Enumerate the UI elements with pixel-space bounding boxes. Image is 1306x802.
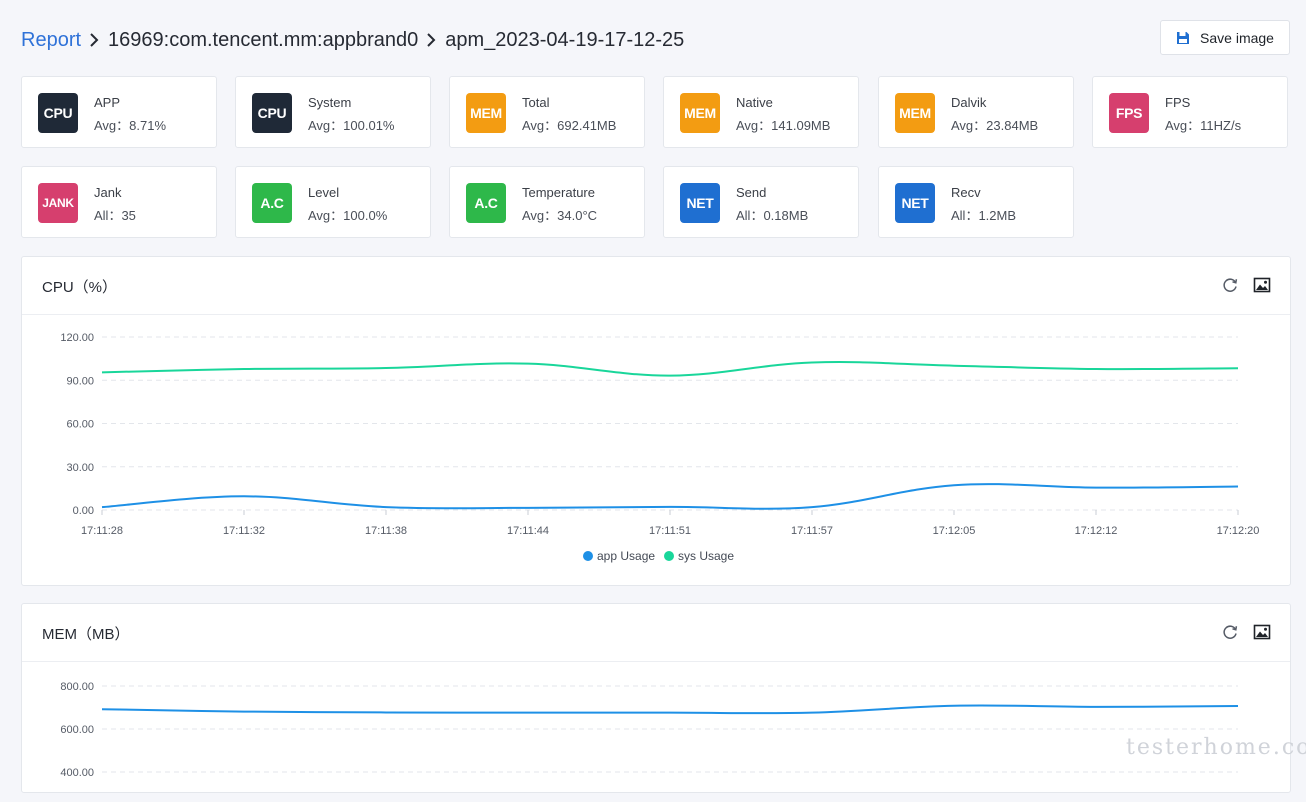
metric-title: System [308, 95, 352, 110]
x-tick-label: 17:11:51 [649, 525, 691, 537]
image-icon[interactable] [1253, 623, 1271, 641]
legend-marker [664, 551, 674, 561]
chevron-right-icon [90, 33, 99, 47]
metric-badge: JANK [38, 183, 78, 223]
mem-line-chart: 400.00 600.00 800.00 [60, 681, 1239, 779]
save-icon [1177, 31, 1190, 44]
y-tick-label: 0.00 [73, 505, 94, 517]
x-tick-label: 17:11:44 [507, 525, 549, 537]
metric-badge: CPU [38, 93, 78, 133]
watermark: testerhome.com [1126, 735, 1306, 760]
chart-legend: app Usage sys Usage [583, 549, 734, 563]
series-line-app-usage [101, 483, 1239, 510]
image-icon[interactable] [1253, 276, 1271, 294]
y-tick-label: 800.00 [60, 681, 94, 693]
metric-value: All：1.2MB [951, 208, 1017, 223]
metric-title: FPS [1165, 95, 1191, 110]
metric-badge: MEM [895, 93, 935, 133]
metric-title: Recv [951, 185, 981, 200]
x-tick-label: 17:12:05 [933, 525, 976, 537]
metric-title: Send [736, 185, 767, 200]
legend-label: sys Usage [678, 549, 734, 563]
y-tick-label: 600.00 [60, 724, 94, 736]
metric-card-recv: NET Recv All：1.2MB [878, 166, 1074, 238]
metric-badge: MEM [680, 93, 720, 133]
x-tick-label: 17:12:20 [1217, 525, 1260, 537]
metric-badge: NET [895, 183, 935, 223]
metric-value: Avg：23.84MB [951, 118, 1039, 133]
x-tick-label: 17:11:38 [365, 525, 407, 537]
metric-title: Native [736, 95, 773, 110]
breadcrumb-session: apm_2023-04-19-17-12-25 [445, 28, 685, 51]
y-tick-label: 120.00 [60, 332, 94, 344]
refresh-icon[interactable] [1221, 276, 1239, 294]
x-tick-label: 17:11:57 [791, 525, 833, 537]
legend-marker [583, 551, 593, 561]
metric-value: Avg：11HZ/s [1165, 118, 1242, 133]
metric-card-app: CPU APP Avg：8.71% [21, 76, 217, 148]
metric-card-temperature: A.C Temperature Avg：34.0°C [449, 166, 645, 238]
x-tick-label: 17:11:28 [81, 525, 123, 537]
x-tick-label: 17:12:12 [1075, 525, 1118, 537]
breadcrumb-report-link[interactable]: Report [21, 29, 81, 52]
mem-chart-panel: MEM（MB） 400.00 600.00 800.00 [21, 603, 1291, 793]
metric-value: Avg：692.41MB [522, 118, 617, 133]
save-image-label: Save image [1200, 29, 1274, 46]
metric-value: All：0.18MB [736, 208, 809, 223]
mem-panel-header: MEM（MB） [22, 604, 1290, 662]
y-tick-label: 90.00 [66, 375, 94, 387]
metric-value: Avg：141.09MB [736, 118, 831, 133]
metric-card-dalvik: MEM Dalvik Avg：23.84MB [878, 76, 1074, 148]
metric-badge: MEM [466, 93, 506, 133]
cpu-chart-panel: CPU（%） 0.00 30.00 60.00 90.00 120.00 17:11:28… [21, 256, 1291, 586]
metric-card-native: MEM Native Avg：141.09MB [663, 76, 859, 148]
series-line-memory [101, 704, 1239, 715]
metric-title: Dalvik [951, 95, 987, 110]
y-tick-label: 30.00 [66, 462, 94, 474]
metric-value: Avg：100.0% [308, 208, 388, 223]
cpu-line-chart: 0.00 30.00 60.00 90.00 120.00 17:11:28 17:11:3… [60, 332, 1260, 563]
y-tick-label: 60.00 [66, 419, 94, 431]
breadcrumb-device: 16969:com.tencent.mm:appbrand0 [108, 28, 419, 51]
x-tick-label: 17:11:32 [223, 525, 265, 537]
metric-badge: A.C [466, 183, 506, 223]
metric-title: Total [522, 95, 550, 110]
metric-value: All：35 [94, 208, 136, 223]
breadcrumb: Report 16969:com.tencent.mm:appbrand0 ap… [21, 24, 684, 56]
metric-value: Avg：34.0°C [522, 208, 598, 223]
y-tick-label: 400.00 [60, 767, 94, 779]
metric-badge: NET [680, 183, 720, 223]
metric-card-send: NET Send All：0.18MB [663, 166, 859, 238]
cpu-panel-header: CPU（%） [22, 257, 1290, 315]
metric-value: Avg：100.01% [308, 118, 395, 133]
mem-panel-title: MEM（MB） [42, 626, 130, 643]
metric-card-level: A.C Level Avg：100.0% [235, 166, 431, 238]
metric-value: Avg：8.71% [94, 118, 167, 133]
metric-title: Jank [94, 185, 122, 200]
refresh-icon[interactable] [1221, 623, 1239, 641]
chevron-right-icon [427, 33, 436, 47]
save-image-button[interactable]: Save image [1160, 20, 1290, 55]
series-line-sys-usage [101, 361, 1239, 377]
metric-badge: A.C [252, 183, 292, 223]
metric-badge: FPS [1109, 93, 1149, 133]
metric-card-jank: JANK Jank All：35 [21, 166, 217, 238]
metric-badge: CPU [252, 93, 292, 133]
cpu-panel-title: CPU（%） [42, 279, 118, 296]
metric-card-system: CPU System Avg：100.01% [235, 76, 431, 148]
metric-title: Level [308, 185, 340, 200]
metric-title: Temperature [522, 185, 595, 200]
metric-title: APP [94, 95, 121, 110]
metric-card-fps: FPS FPS Avg：11HZ/s [1092, 76, 1288, 148]
legend-label: app Usage [597, 549, 655, 563]
metric-card-total: MEM Total Avg：692.41MB [449, 76, 645, 148]
